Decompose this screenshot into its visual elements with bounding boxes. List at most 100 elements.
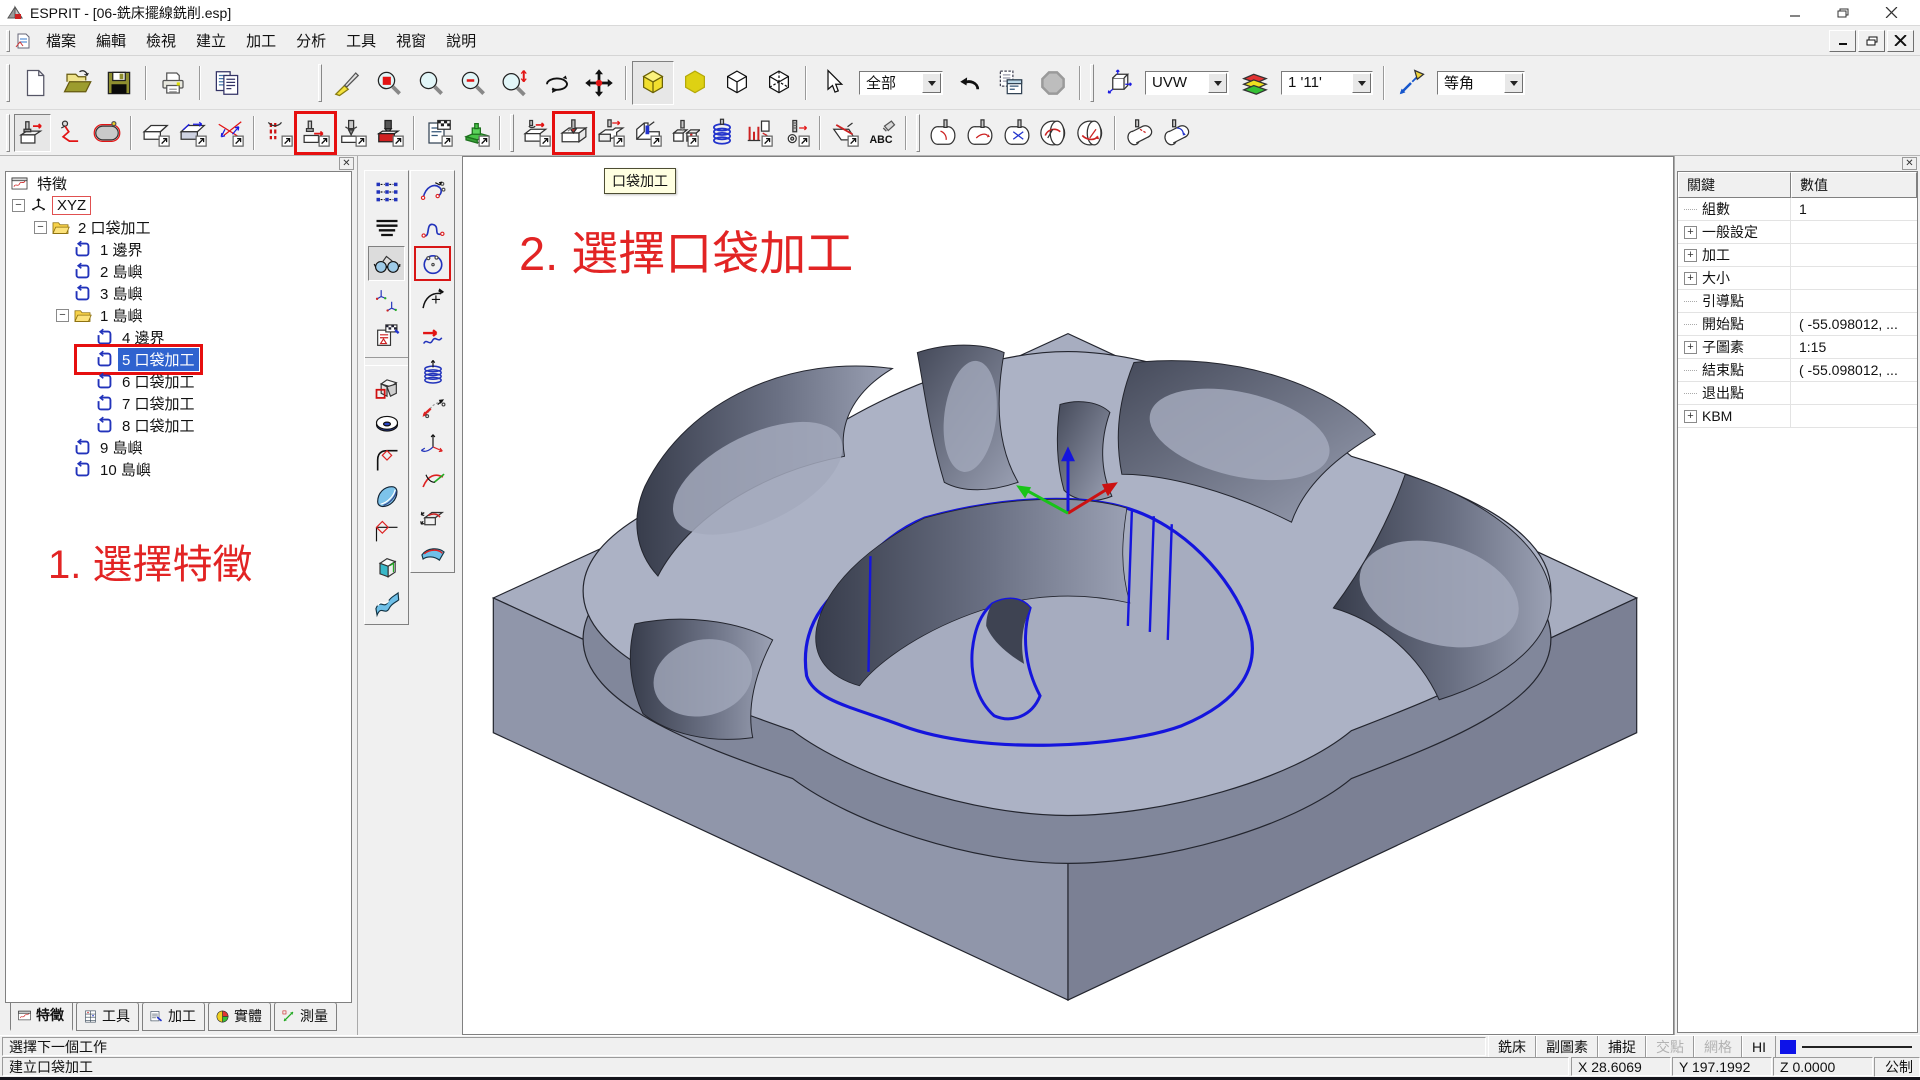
curtain-button[interactable] [260,114,297,152]
status-color-swatch[interactable] [1780,1040,1796,1054]
tree-item-0[interactable]: −XYZ [6,194,351,216]
properties-col-value[interactable]: 數值 [1791,172,1917,198]
surface-patch-button[interactable] [368,478,405,513]
curve-tangent-button[interactable] [414,462,451,497]
tree-expand-icon[interactable]: − [56,309,69,322]
toolbar-grip[interactable] [6,114,10,152]
feature-drill-button[interactable] [334,114,371,152]
curve-points-button[interactable] [414,174,451,209]
save-button[interactable] [98,61,140,105]
feature-chain-button[interactable] [174,114,211,152]
rotate-view-button[interactable] [536,61,578,105]
pan-view-button[interactable] [578,61,620,105]
tree-item-4[interactable]: 3 島嶼 [6,282,351,304]
tab-4[interactable]: 測量 [274,1002,337,1031]
doc-close-icon[interactable] [1887,30,1914,52]
wrap-b-button[interactable] [1072,114,1109,152]
expand-icon[interactable]: + [1684,272,1697,285]
toolbar-grip[interactable] [318,64,322,102]
glasses-button[interactable] [368,246,405,281]
tree-item-label[interactable]: 6 口袋加工 [118,370,199,393]
toolbar-grip[interactable] [916,114,920,152]
property-row-3[interactable]: +大小 [1678,267,1917,290]
zoom-button[interactable] [410,61,452,105]
selection-filter-combo[interactable]: 全部 [859,71,943,95]
property-row-7[interactable]: 結束點( -55.098012, ... [1678,359,1917,382]
property-row-4[interactable]: 引導點 [1678,290,1917,313]
tree-expand-icon[interactable]: − [34,221,47,234]
spring-button[interactable] [414,354,451,389]
tree-item-9[interactable]: 7 口袋加工 [6,392,351,414]
arrows-exchange-button[interactable] [414,390,451,425]
tree-item-8[interactable]: 6 口袋加工 [6,370,351,392]
chevron-down-icon[interactable] [922,73,941,93]
tab-1[interactable]: 工具 [76,1002,139,1031]
tree-item-label[interactable]: 9 島嶼 [96,436,147,459]
axes-curve-button[interactable] [414,426,451,461]
tree-item-label[interactable]: 2 島嶼 [96,260,147,283]
tree-item-label[interactable]: 5 口袋加工 [118,348,199,371]
status-toggle-副圖素[interactable]: 副圖素 [1536,1036,1598,1057]
menu-grip[interactable] [6,30,10,52]
tree-item-2[interactable]: 1 邊界 [6,238,351,260]
view-combo[interactable]: 等角 [1437,71,1525,95]
menu-item-5[interactable]: 分析 [286,26,336,55]
layers-button[interactable] [1234,61,1276,105]
tree-item-10[interactable]: 8 口袋加工 [6,414,351,436]
status-toggle-捕捉[interactable]: 捕捉 [1598,1036,1646,1057]
cube-faces-button[interactable] [368,550,405,585]
swept-surface-button[interactable] [368,586,405,621]
chevron-down-icon[interactable] [1504,73,1523,93]
arc-plus-button[interactable] [414,282,451,317]
tree-item-label[interactable]: XYZ [52,196,91,215]
open-folder-button[interactable] [56,61,98,105]
properties-col-key[interactable]: 關鍵 [1678,172,1791,198]
arrow-wave-button[interactable] [414,318,451,353]
property-row-9[interactable]: +KBM [1678,405,1917,428]
property-row-0[interactable]: 組數1 [1678,198,1917,221]
tree-item-6[interactable]: 4 邊界 [6,326,351,348]
rotary-b-button[interactable] [961,114,998,152]
pocketing-button[interactable] [555,114,592,152]
status-toggle-交點[interactable]: 交點 [1646,1036,1694,1057]
torus-button[interactable] [368,406,405,441]
rotary-a-button[interactable] [924,114,961,152]
feature-axis-button[interactable] [211,114,248,152]
menu-item-2[interactable]: 檢視 [136,26,186,55]
layer-combo[interactable]: 1 '11' [1281,71,1373,95]
solid-cube-button[interactable] [368,370,405,405]
surface-fill-button[interactable] [414,534,451,569]
expand-icon[interactable]: + [1684,410,1697,423]
facing-button[interactable] [518,114,555,152]
engraving-button[interactable]: ABC [863,114,900,152]
cube-wire-button[interactable] [716,61,758,105]
report-button[interactable] [206,61,248,105]
close-icon[interactable] [1880,4,1902,22]
cylinder-b-button[interactable] [1158,114,1195,152]
tree-item-label[interactable]: 10 島嶼 [96,458,155,481]
menu-item-6[interactable]: 工具 [336,26,386,55]
rest-machining-button[interactable] [740,114,777,152]
tree-item-5[interactable]: −1 島嶼 [6,304,351,326]
status-toggle-銑床[interactable]: 銑床 [1488,1036,1536,1057]
cube-shaded-button[interactable] [632,61,674,105]
select-cursor-button[interactable] [812,61,854,105]
s-curve-button[interactable] [414,210,451,245]
stop-octagon-button[interactable] [1032,61,1074,105]
toolbar-grip[interactable] [6,64,10,102]
restore-icon[interactable] [1832,4,1854,22]
view-direction-button[interactable] [1390,61,1432,105]
workplane-combo[interactable]: UVW [1145,71,1229,95]
menu-item-0[interactable]: 檔案 [36,26,86,55]
wall-machining-button[interactable] [629,114,666,152]
workplane-cube-button[interactable] [1098,61,1140,105]
contouring-button[interactable] [592,114,629,152]
feature-face-button[interactable] [137,114,174,152]
redraw-brush-button[interactable] [326,61,368,105]
fillet-button[interactable] [368,442,405,477]
tab-2[interactable]: 加工 [142,1002,205,1031]
tree-item-3[interactable]: 2 島嶼 [6,260,351,282]
wrap-a-button[interactable] [1035,114,1072,152]
menu-item-7[interactable]: 視窗 [386,26,436,55]
toolbar-grip[interactable] [1090,64,1094,102]
